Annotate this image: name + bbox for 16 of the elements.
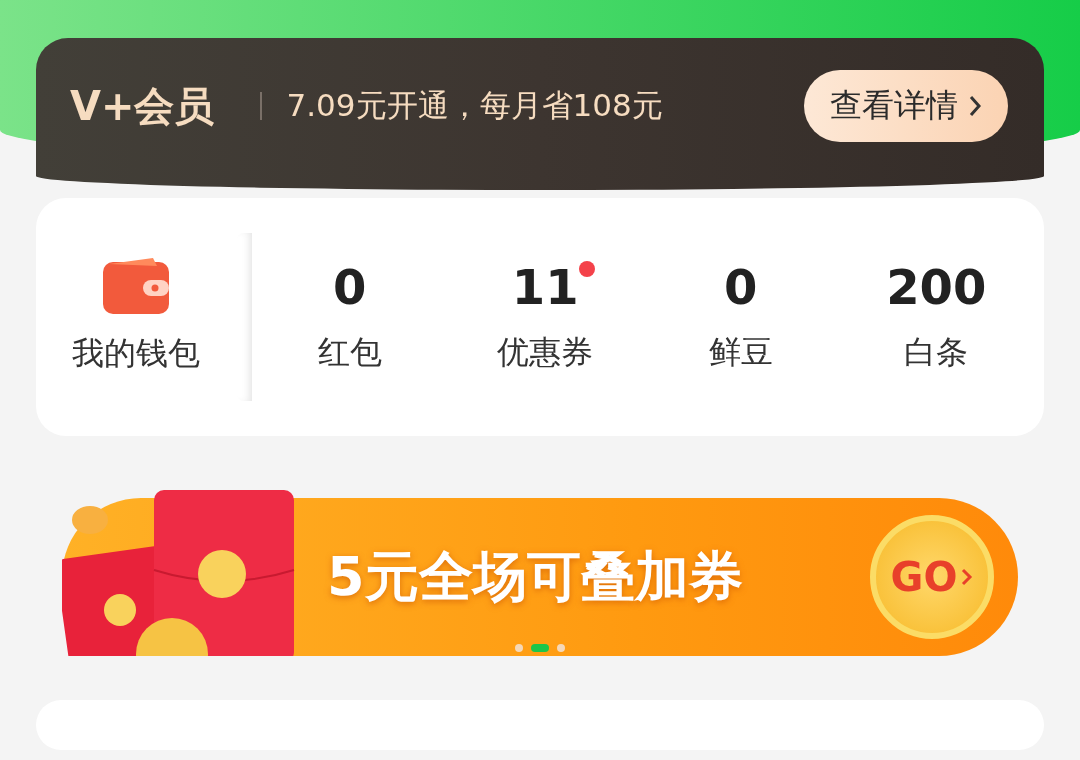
stat-value[interactable]: 200 <box>886 259 987 315</box>
stat-label[interactable]: 鲜豆 <box>708 331 773 375</box>
membership-promo-text: 7.09元开通，每月省108元 <box>286 86 664 125</box>
wallet-label: 我的钱包 <box>72 333 200 374</box>
chevron-right-icon <box>961 567 974 587</box>
stat-label[interactable]: 白条 <box>904 331 969 375</box>
stat-label[interactable]: 红包 <box>317 331 382 375</box>
wallet-icon <box>103 258 169 314</box>
view-details-button[interactable]: 查看详情 <box>804 70 1008 142</box>
banner-title: 5元全场可叠加券 <box>327 543 744 610</box>
chevron-right-icon <box>968 94 982 118</box>
stat-value[interactable]: 0 <box>724 259 758 315</box>
stat-value[interactable]: 0 <box>333 259 367 315</box>
stat-value[interactable]: 11 <box>511 259 579 315</box>
stat-label[interactable]: 优惠券 <box>497 331 594 375</box>
membership-logo: V+会员 <box>70 81 215 131</box>
